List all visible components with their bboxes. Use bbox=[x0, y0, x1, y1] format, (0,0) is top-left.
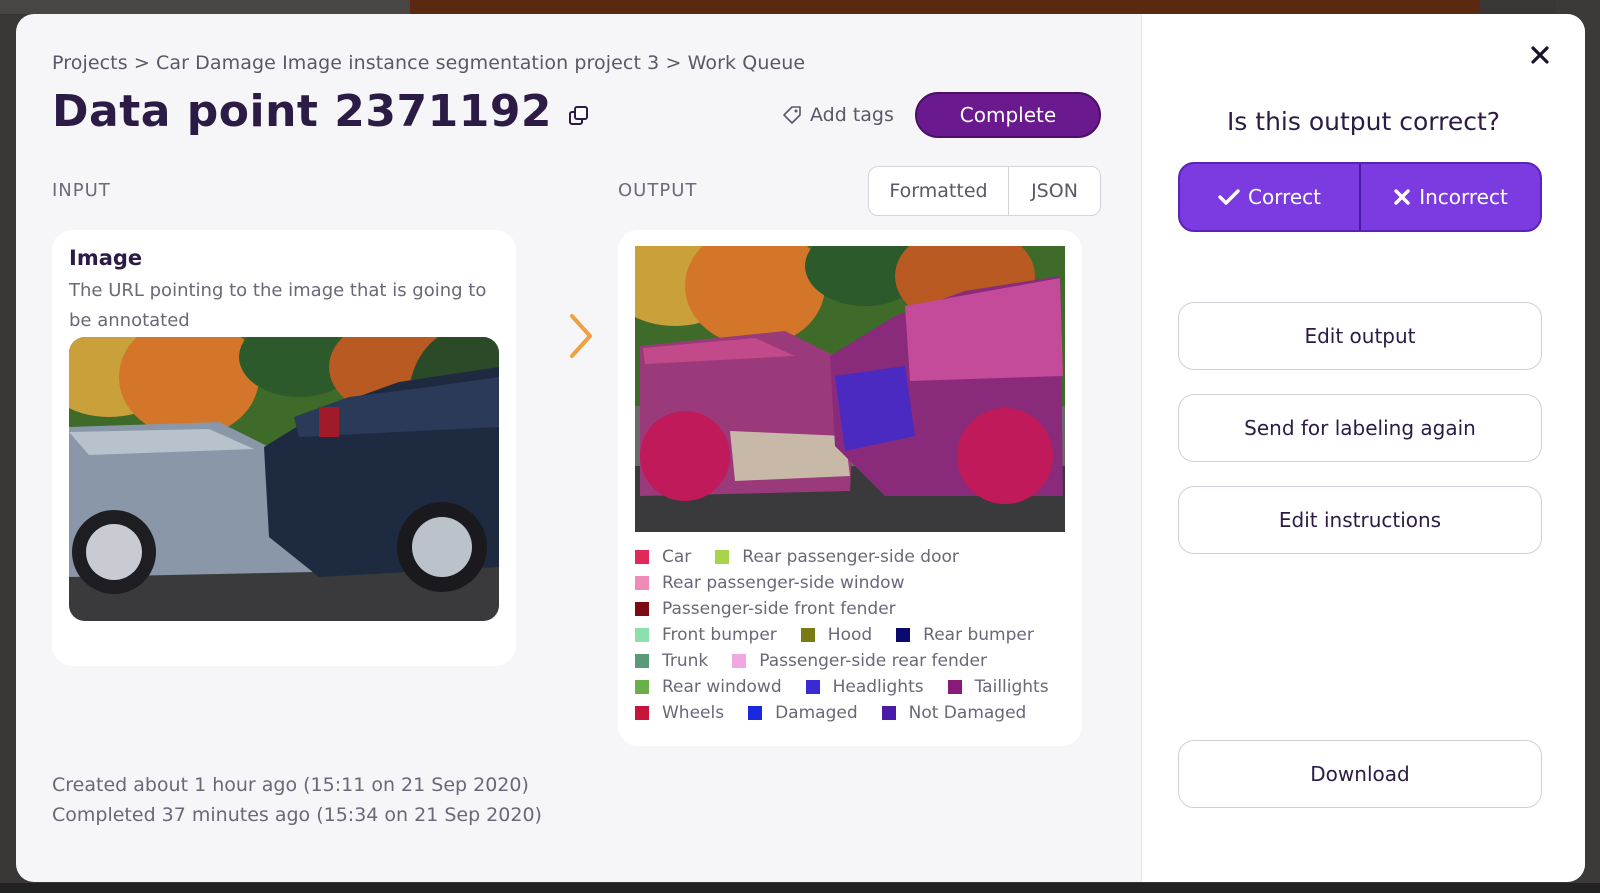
legend-swatch-headlights bbox=[805, 680, 820, 694]
legend-label: Passenger-side front fender bbox=[662, 599, 896, 619]
legend-swatch-rear-window bbox=[635, 576, 649, 590]
legend-label: Rear bumper bbox=[923, 625, 1034, 645]
input-card: Image The URL pointing to the image that… bbox=[52, 230, 516, 666]
review-question: Is this output correct? bbox=[1226, 107, 1501, 136]
legend-swatch-rear-door bbox=[715, 550, 730, 564]
completed-timestamp: Completed 37 minutes ago (15:34 on 21 Se… bbox=[52, 804, 542, 826]
legend-item: Front bumper bbox=[635, 625, 777, 645]
tag-icon bbox=[783, 106, 801, 124]
legend-label: Trunk bbox=[662, 651, 709, 671]
correct-label: Correct bbox=[1248, 185, 1321, 209]
created-timestamp: Created about 1 hour ago (15:11 on 21 Se… bbox=[52, 774, 529, 796]
input-section-label: INPUT bbox=[52, 180, 111, 201]
legend-label: Front bumper bbox=[662, 625, 777, 645]
legend-item: Headlights bbox=[805, 677, 924, 697]
legend-swatch-wheels bbox=[635, 706, 649, 720]
timestamps: Created about 1 hour ago (15:11 on 21 Se… bbox=[52, 770, 542, 830]
legend-swatch-rear-fender bbox=[732, 654, 747, 668]
output-format-toggle: Formatted JSON bbox=[868, 166, 1101, 216]
page-title: Data point 2371192 bbox=[52, 86, 553, 137]
download-button[interactable]: Download bbox=[1178, 740, 1542, 808]
legend-item: Car bbox=[635, 547, 691, 567]
modal-main: Projects > Car Damage Image instance seg… bbox=[16, 14, 1141, 882]
legend-label: Headlights bbox=[832, 677, 924, 697]
legend-label: Car bbox=[662, 547, 692, 567]
legend-swatch-not-damaged bbox=[881, 706, 896, 720]
correctness-toggle: Correct Incorrect bbox=[1178, 162, 1542, 232]
legend-item: Wheels bbox=[635, 703, 724, 723]
review-sidebar: Is this output correct? Correct Incorrec… bbox=[1141, 14, 1585, 882]
output-card: Car Rear passenger-side door Rear passen… bbox=[618, 230, 1082, 746]
legend-swatch-front-bumper bbox=[635, 628, 649, 642]
legend-row: Wheels Damaged Not Damaged bbox=[635, 700, 1075, 726]
legend-swatch-rear-bumper bbox=[896, 628, 911, 642]
edit-output-button[interactable]: Edit output bbox=[1178, 302, 1542, 370]
legend-row: Front bumper Hood Rear bumper bbox=[635, 622, 1075, 648]
segmentation-legend: Car Rear passenger-side door Rear passen… bbox=[635, 544, 1075, 726]
chevron-right-icon bbox=[570, 314, 592, 358]
segmentation-overlay bbox=[635, 246, 1065, 532]
data-point-modal: Projects > Car Damage Image instance seg… bbox=[16, 14, 1585, 882]
output-section-label: OUTPUT bbox=[618, 180, 698, 201]
tab-formatted[interactable]: Formatted bbox=[869, 167, 1009, 215]
legend-label: Damaged bbox=[775, 703, 858, 723]
send-labeling-button[interactable]: Send for labeling again bbox=[1178, 394, 1542, 462]
incorrect-label: Incorrect bbox=[1419, 185, 1508, 209]
legend-swatch-trunk bbox=[635, 654, 649, 668]
add-tags-label: Add tags bbox=[810, 104, 894, 126]
input-image bbox=[69, 337, 499, 621]
legend-label: Hood bbox=[827, 625, 873, 645]
legend-row: Trunk Passenger-side rear fender bbox=[635, 648, 1075, 674]
car-crash-photo bbox=[69, 337, 499, 621]
legend-item: Hood bbox=[800, 625, 873, 645]
legend-item: Trunk bbox=[635, 651, 708, 671]
legend-swatch-damaged bbox=[748, 706, 763, 720]
legend-item: Rear passenger-side door bbox=[715, 547, 959, 567]
legend-swatch-car bbox=[635, 550, 649, 564]
legend-label: Rear windowd bbox=[662, 677, 782, 697]
legend-swatch-rear-window-2 bbox=[635, 680, 649, 694]
legend-item: Rear bumper bbox=[896, 625, 1034, 645]
legend-label: Rear passenger-side door bbox=[742, 547, 959, 567]
legend-swatch-taillights bbox=[947, 680, 962, 694]
incorrect-button[interactable]: Incorrect bbox=[1361, 164, 1540, 230]
correct-button[interactable]: Correct bbox=[1180, 164, 1361, 230]
legend-item: Passenger-side front fender bbox=[635, 599, 896, 619]
background-banner bbox=[410, 0, 1480, 14]
copy-icon[interactable] bbox=[568, 105, 590, 127]
legend-label: Wheels bbox=[662, 703, 725, 723]
edit-instructions-button[interactable]: Edit instructions bbox=[1178, 486, 1542, 554]
legend-swatch-hood bbox=[800, 628, 815, 642]
breadcrumb[interactable]: Projects > Car Damage Image instance seg… bbox=[52, 52, 805, 74]
close-icon[interactable] bbox=[1529, 44, 1551, 66]
legend-row: Rear windowd Headlights Taillights bbox=[635, 674, 1075, 700]
background-bottom bbox=[0, 883, 1600, 893]
legend-label: Taillights bbox=[974, 677, 1049, 697]
legend-item: Not Damaged bbox=[881, 703, 1027, 723]
input-image-description: The URL pointing to the image that is go… bbox=[69, 280, 487, 331]
legend-swatch-front-fender bbox=[635, 602, 649, 616]
add-tags-button[interactable]: Add tags bbox=[782, 104, 894, 126]
output-segmentation-image bbox=[635, 246, 1065, 532]
legend-label: Rear passenger-side window bbox=[662, 573, 905, 593]
legend-item: Rear windowd bbox=[635, 677, 782, 697]
title-row: Data point 2371192 bbox=[52, 86, 590, 137]
checkmark-icon bbox=[1218, 189, 1240, 205]
legend-item: Taillights bbox=[947, 677, 1049, 697]
legend-label: Passenger-side rear fender bbox=[759, 651, 987, 671]
x-icon bbox=[1394, 189, 1410, 205]
tab-json[interactable]: JSON bbox=[1009, 167, 1100, 215]
legend-label: Not Damaged bbox=[908, 703, 1027, 723]
complete-button[interactable]: Complete bbox=[915, 92, 1101, 138]
legend-item: Passenger-side rear fender bbox=[732, 651, 987, 671]
legend-row: Car Rear passenger-side door bbox=[635, 544, 1075, 570]
background-header-left bbox=[0, 0, 410, 14]
legend-row: Rear passenger-side window bbox=[635, 570, 1075, 596]
legend-item: Damaged bbox=[748, 703, 858, 723]
input-image-title: Image bbox=[69, 246, 143, 270]
legend-row: Passenger-side front fender bbox=[635, 596, 1075, 622]
legend-item: Rear passenger-side window bbox=[635, 573, 905, 593]
